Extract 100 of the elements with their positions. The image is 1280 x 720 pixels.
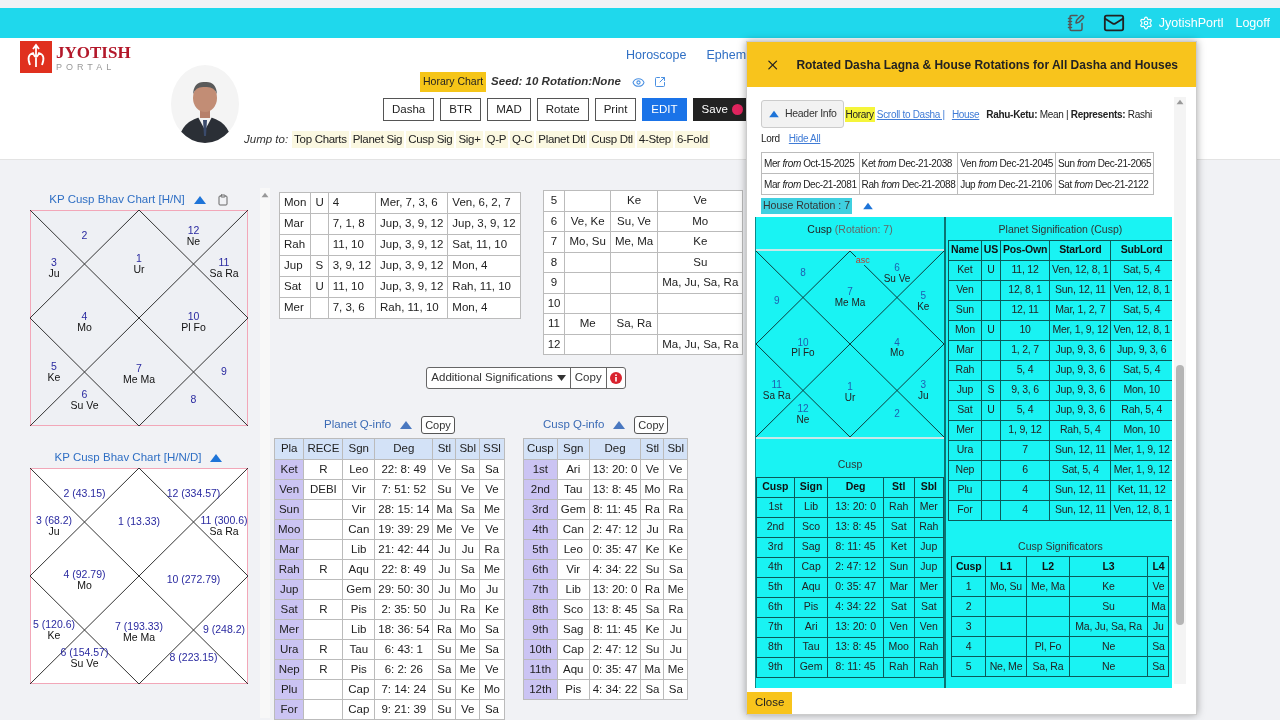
- table-cell: 0: 35: 47: [827, 577, 884, 598]
- table-cell: 2nd: [756, 517, 795, 538]
- planet-names: Ke: [47, 372, 61, 383]
- copy-button[interactable]: Copy: [421, 416, 455, 434]
- toolbar-button[interactable]: EDIT: [642, 98, 687, 121]
- house-number: 12: [797, 403, 809, 415]
- jump-link[interactable]: Cusp Sig: [406, 131, 455, 149]
- jump-link[interactable]: Sig+: [456, 131, 483, 149]
- house-number: 4: [81, 311, 88, 323]
- table-cell: 8: 11: 45: [827, 657, 884, 678]
- scroll-up-arrow-icon[interactable]: [261, 192, 269, 198]
- house-number: 8: [190, 394, 197, 406]
- hide-all-link[interactable]: Hide All: [788, 130, 821, 146]
- external-link-icon[interactable]: [653, 76, 666, 88]
- table-cell: Rah: [883, 497, 915, 518]
- scroll-up-arrow-icon[interactable]: [1176, 99, 1184, 105]
- table-cell: 4: [1000, 480, 1050, 501]
- notes-icon[interactable]: [1066, 14, 1085, 32]
- nav-link[interactable]: Horoscope: [626, 46, 687, 70]
- copy-button[interactable]: Copy: [634, 416, 668, 434]
- section-title: Planet Q-info: [324, 417, 392, 433]
- table-cell: Jup, 9, 3, 6: [1049, 400, 1111, 421]
- table-cell: Rah: [274, 559, 304, 580]
- header-info-button[interactable]: Header Info: [761, 100, 844, 128]
- info-icon[interactable]: [609, 372, 622, 384]
- table-cell: Jup, 9, 3, 6: [1049, 340, 1111, 361]
- house-number: 8 (223.15): [169, 652, 218, 664]
- table-cell: Mon: [948, 320, 982, 341]
- collapse-triangle-icon[interactable]: [612, 420, 627, 430]
- table-cell: 11, 12: [1000, 260, 1050, 281]
- table-cell: Sun, 12, 11: [1049, 440, 1111, 461]
- horary-tag: Horary: [844, 106, 875, 122]
- collapse-triangle-icon[interactable]: [209, 453, 224, 463]
- table-cell: 13: 20: 0: [827, 497, 884, 518]
- collapse-triangle-icon[interactable]: [861, 201, 874, 210]
- toolbar-button[interactable]: Print: [594, 98, 637, 121]
- table-cell: Mon: [279, 192, 311, 214]
- table-cell: 1st: [523, 459, 558, 480]
- jump-link[interactable]: 6-Fold: [674, 131, 710, 149]
- column-header: Cusp: [756, 477, 795, 498]
- column-header: L2: [1026, 556, 1070, 577]
- eye-icon[interactable]: [631, 75, 645, 89]
- house-number: 7 (193.33): [115, 621, 163, 633]
- toolbar-button[interactable]: Dasha: [383, 98, 435, 121]
- close-button[interactable]: Close: [747, 692, 793, 714]
- table-cell: Mer, 1, 9, 12: [1049, 320, 1111, 341]
- table-caption: Cusp Significators: [1018, 538, 1103, 554]
- table-cell: Jup: [914, 557, 944, 578]
- planet-names: Mo: [890, 347, 904, 358]
- nav-link[interactable]: Ephem: [706, 46, 747, 70]
- column-header: StarLord: [1049, 240, 1111, 261]
- table-cell: Sun: [948, 300, 982, 321]
- table-cell: Mar: [883, 577, 915, 598]
- house-number: 6 (154.57): [60, 647, 109, 659]
- jump-label: Jump to:: [244, 132, 289, 147]
- link[interactable]: Scroll to Dasha |: [876, 106, 945, 122]
- table-cell: Sco: [794, 517, 828, 538]
- jump-link[interactable]: 4-Step: [636, 131, 673, 149]
- table-cell: Sun: [274, 499, 304, 520]
- planet-names: Mo: [77, 322, 92, 334]
- collapse-triangle-icon[interactable]: [192, 195, 207, 205]
- house-number: 6: [894, 262, 900, 274]
- planet-names: Sa Ra: [762, 390, 791, 401]
- clipboard-icon[interactable]: [216, 194, 229, 206]
- column-header: Sign: [794, 477, 828, 498]
- table-cell: Mar: [948, 340, 982, 361]
- table-cell: Mer, 7, 3, 6: [375, 192, 448, 214]
- scrollbar[interactable]: [260, 188, 270, 718]
- dropdown-button[interactable]: Additional Significations: [427, 368, 571, 388]
- house-rotation-label: House Rotation : 7: [761, 197, 852, 214]
- column-header: RECE: [303, 438, 343, 460]
- collapse-triangle-icon[interactable]: [768, 110, 780, 118]
- planet-names: Ke: [47, 630, 61, 641]
- toolbar-button[interactable]: BTR: [440, 98, 482, 121]
- jump-link[interactable]: Planet Sig: [350, 131, 405, 149]
- link[interactable]: House: [951, 106, 980, 122]
- collapse-triangle-icon[interactable]: [399, 420, 414, 430]
- column-header: Sgn: [342, 438, 375, 460]
- column-header: Deg: [589, 438, 641, 460]
- table-cell: 10: [1000, 320, 1050, 341]
- house-number: 3: [920, 379, 927, 391]
- table-cell: 4: [951, 636, 986, 657]
- scrollbar-thumb[interactable]: [1176, 365, 1184, 625]
- jump-link[interactable]: Top Charts: [292, 131, 349, 149]
- table-cell: Jup from Dec-21-2106: [957, 173, 1056, 195]
- jump-link[interactable]: Q-C: [510, 131, 535, 149]
- copy-button[interactable]: Copy: [570, 368, 607, 388]
- toolbar-button[interactable]: MAD: [487, 98, 531, 121]
- table-cell: U: [981, 320, 1001, 341]
- table-cell: Ma, Ju, Sa, Ra: [1069, 616, 1148, 637]
- jump-link[interactable]: Cusp Dtl: [589, 131, 635, 149]
- table-cell: Jup, 9, 3, 6: [1049, 380, 1111, 401]
- column-header: Name: [948, 240, 982, 261]
- table-cell: 8: 11: 45: [827, 537, 884, 558]
- cusp-title: Cusp: [807, 222, 832, 235]
- jump-link[interactable]: Q-P: [484, 131, 509, 149]
- table-cell: Sa: [1147, 656, 1169, 677]
- jump-link[interactable]: Planet Dtl: [536, 131, 588, 149]
- scrollbar[interactable]: [1174, 97, 1186, 684]
- toolbar-button[interactable]: Rotate: [536, 98, 589, 121]
